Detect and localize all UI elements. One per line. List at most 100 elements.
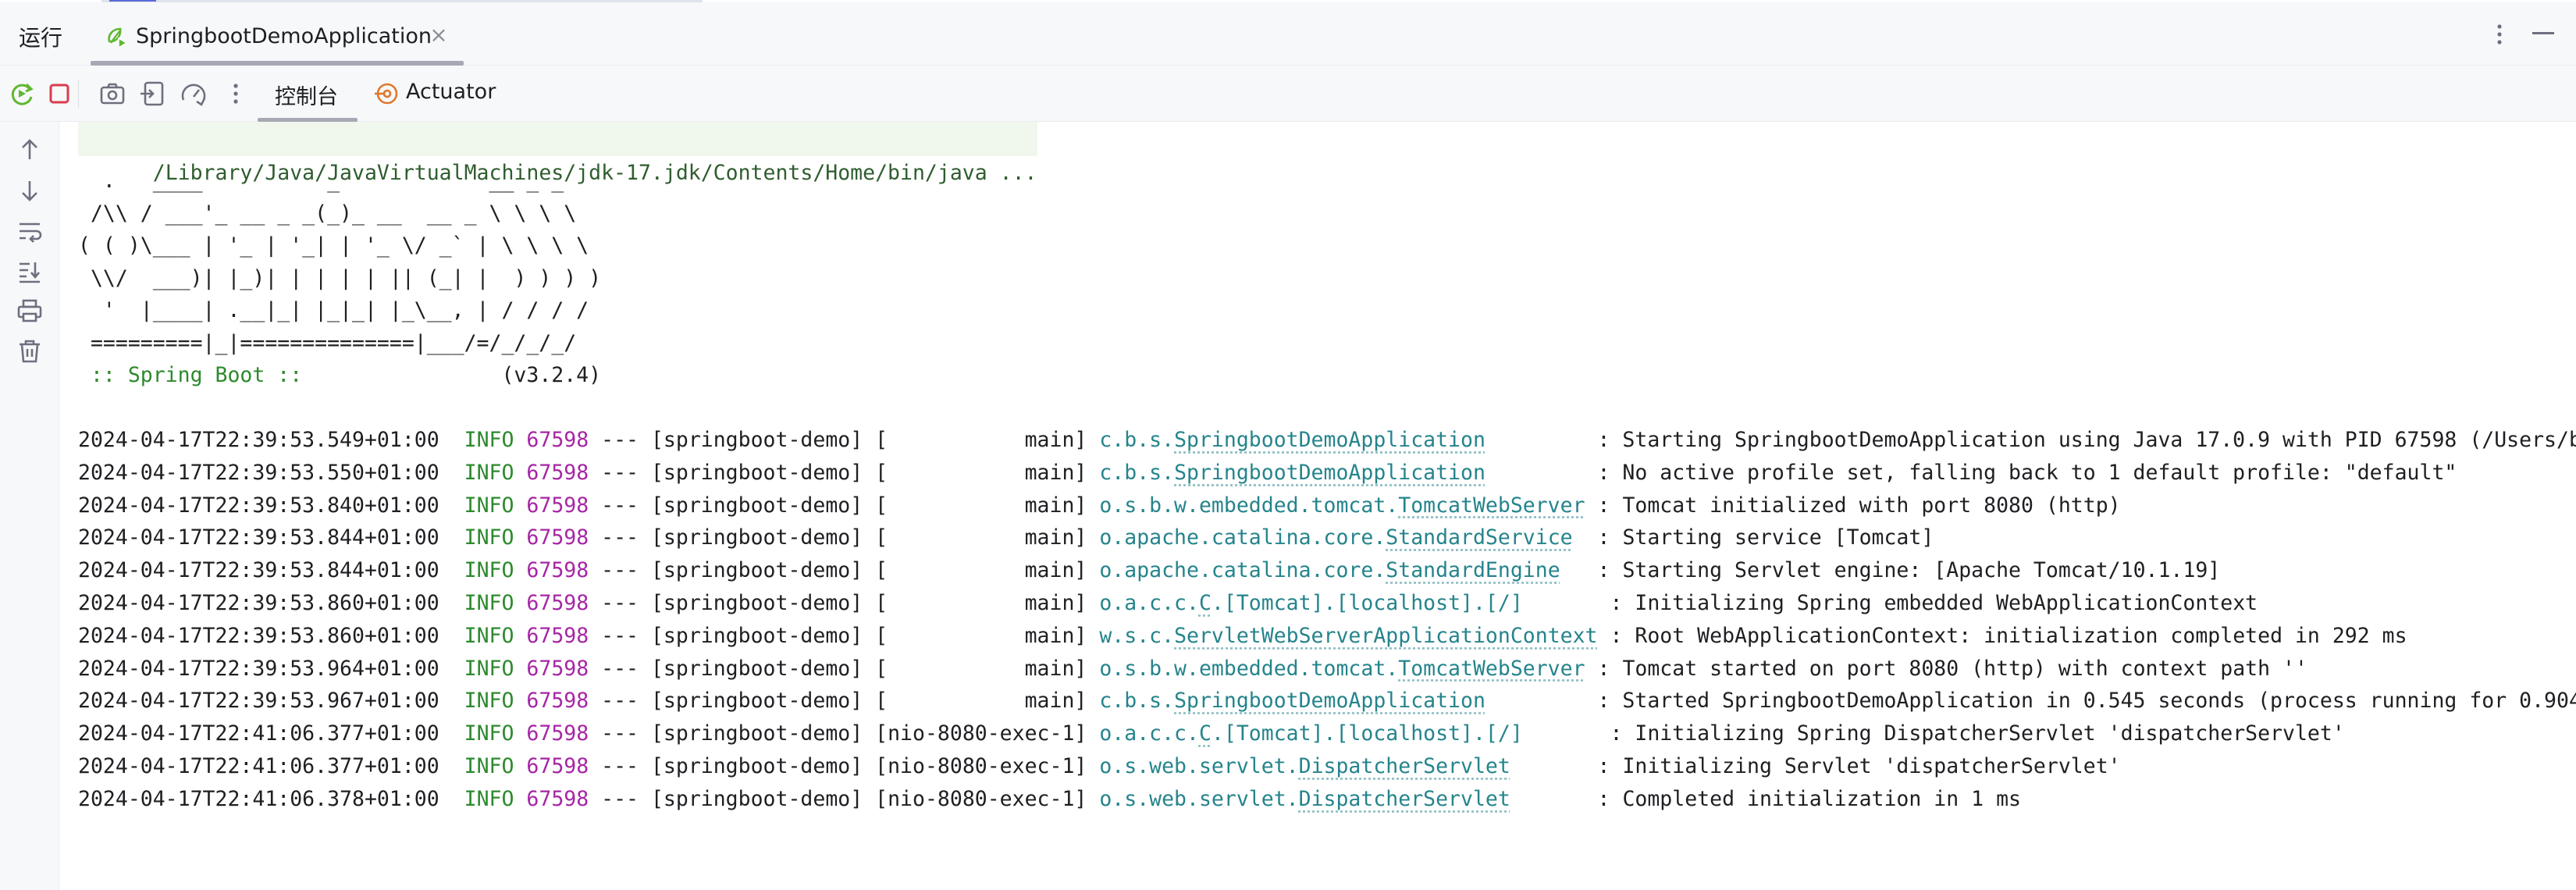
log-timestamp: 2024-04-17T22:39:53.860+01:00 (78, 591, 439, 615)
log-level: INFO (464, 623, 514, 648)
log-gap (439, 657, 464, 681)
log-message: : Starting SpringbootDemoApplication usi… (1597, 428, 2576, 452)
banner-line: =========|_|==============|___/=/_/_/_/ (78, 330, 577, 355)
log-pid: 67598 (526, 623, 589, 648)
log-line[interactable]: 2024-04-17T22:39:53.840+01:00 INFO 67598… (78, 489, 2121, 523)
close-icon[interactable]: × (428, 24, 450, 46)
log-gap (1510, 787, 1598, 811)
log-level: INFO (464, 558, 514, 583)
soft-wrap-icon[interactable] (16, 217, 44, 245)
log-logger-package: c.b.s. (1099, 428, 1175, 452)
minimize-icon[interactable] (2532, 32, 2554, 34)
log-logger-class-link[interactable]: TomcatWebServer (1398, 493, 1585, 518)
log-line[interactable]: 2024-04-17T22:41:06.377+01:00 INFO 67598… (78, 749, 2121, 784)
log-level: INFO (464, 754, 514, 778)
log-line[interactable]: 2024-04-17T22:39:53.844+01:00 INFO 67598… (78, 521, 1934, 555)
log-logger-class-link[interactable]: DispatcherServlet (1299, 787, 1510, 811)
log-level: INFO (464, 689, 514, 714)
banner-line: /\\ / ___'_ __ _ _(_)_ __ __ _ \ \ \ \ (78, 201, 577, 226)
log-timestamp: 2024-04-17T22:39:53.844+01:00 (78, 525, 439, 550)
tab-actuator[interactable]: Actuator (370, 66, 511, 122)
log-logger-class-link[interactable]: StandardEngine (1386, 558, 1560, 582)
arrow-up-icon[interactable] (16, 136, 44, 164)
log-logger-package: o.a.c.c. (1099, 591, 1199, 615)
log-pid: 67598 (526, 786, 589, 811)
tab-console[interactable]: 控制台 (258, 66, 358, 122)
log-logger-package: o.a.c.c. (1099, 721, 1199, 746)
log-line[interactable]: 2024-04-17T22:39:53.550+01:00 INFO 67598… (78, 456, 2457, 490)
log-logger-class-link[interactable]: SpringbootDemoApplication (1174, 689, 1485, 713)
banner-line: ( ( )\___ | '_ | '_| | '_ \/ _` | \ \ \ … (78, 233, 589, 258)
banner-line: \\/ ___)| |_)| | | | | || (_| | ) ) ) ) (78, 265, 602, 290)
run-config-tab[interactable]: SpringbootDemoApplication × (91, 9, 464, 66)
log-logger-class-link[interactable]: DispatcherServlet (1299, 754, 1510, 778)
spring-boot-version-line: :: Spring Boot :: (v3.2.4) (78, 358, 601, 393)
log-logger-class-link[interactable]: TomcatWebServer (1398, 657, 1585, 681)
arrow-down-icon[interactable] (16, 176, 44, 205)
console-side-actions (0, 122, 59, 890)
log-logger-package: c.b.s. (1099, 460, 1175, 485)
log-gap (1585, 493, 1598, 518)
log-gap (514, 461, 526, 485)
log-logger-package: o.apache.catalina.core. (1099, 558, 1386, 583)
log-message: : Started SpringbootDemoApplication in 0… (1597, 689, 2576, 714)
log-pid: 67598 (526, 525, 589, 550)
log-line[interactable]: 2024-04-17T22:39:53.967+01:00 INFO 67598… (78, 684, 2576, 718)
log-gap (514, 721, 526, 746)
log-message: : Completed initialization in 1 ms (1597, 786, 2021, 811)
tool-window-header: 运行 SpringbootDemoApplication × (0, 2, 2576, 66)
log-line[interactable]: 2024-04-17T22:39:53.844+01:00 INFO 67598… (78, 554, 2220, 588)
gauge-icon[interactable] (178, 78, 209, 109)
console-output[interactable]: /Library/Java/JavaVirtualMachines/jdk-17… (78, 122, 2576, 890)
tab-actuator-label: Actuator (406, 80, 496, 104)
log-gap (1510, 754, 1598, 778)
kebab-icon[interactable] (2495, 23, 2504, 46)
log-logger-class-link[interactable]: SpringbootDemoApplication (1174, 428, 1485, 452)
log-logger-class-link[interactable]: SpringbootDemoApplication (1174, 461, 1485, 485)
tab-console-label: 控制台 (275, 85, 338, 109)
log-gap (1485, 428, 1598, 452)
banner-line: ' |____| .__|_| |_|_| |_\__, | / / / / (78, 298, 589, 322)
log-pid: 67598 (526, 493, 589, 518)
tool-window-title: 运行 (19, 25, 63, 51)
exit-icon[interactable] (137, 78, 169, 109)
log-logger-class-link[interactable]: C (1199, 591, 1212, 615)
log-level: INFO (464, 460, 514, 485)
more-icon[interactable] (220, 78, 251, 109)
log-gap (1485, 461, 1598, 485)
print-icon[interactable] (16, 297, 44, 325)
log-thread: --- [springboot-demo] [ main] (589, 558, 1100, 583)
log-message: : No active profile set, falling back to… (1597, 460, 2457, 485)
log-gap (1523, 721, 1610, 746)
log-thread: --- [springboot-demo] [nio-8080-exec-1] (589, 721, 1100, 746)
log-line[interactable]: 2024-04-17T22:41:06.378+01:00 INFO 67598… (78, 782, 2021, 817)
log-thread: --- [springboot-demo] [ main] (589, 689, 1100, 714)
log-timestamp: 2024-04-17T22:39:53.860+01:00 (78, 623, 439, 648)
log-gap (1523, 591, 1610, 615)
log-thread: --- [springboot-demo] [ main] (589, 656, 1100, 681)
log-line[interactable]: 2024-04-17T22:39:53.860+01:00 INFO 67598… (78, 586, 2258, 621)
log-line[interactable]: 2024-04-17T22:39:53.860+01:00 INFO 67598… (78, 619, 2407, 653)
log-gap (1598, 624, 1610, 648)
rerun-icon[interactable] (6, 78, 37, 109)
java-command-line[interactable]: /Library/Java/JavaVirtualMachines/jdk-17… (78, 122, 1037, 185)
log-line[interactable]: 2024-04-17T22:39:53.549+01:00 INFO 67598… (78, 423, 2576, 457)
scroll-to-end-icon[interactable] (16, 258, 44, 286)
header-actions (2475, 2, 2576, 66)
log-level: INFO (464, 786, 514, 811)
log-pid: 67598 (526, 656, 589, 681)
log-pid: 67598 (526, 428, 589, 452)
camera-icon[interactable] (97, 78, 128, 109)
run-toolbar: 控制台 Actuator (0, 66, 2576, 122)
log-message: : Initializing Spring embedded WebApplic… (1610, 591, 2258, 615)
log-line[interactable]: 2024-04-17T22:41:06.377+01:00 INFO 67598… (78, 717, 2345, 751)
log-timestamp: 2024-04-17T22:39:53.967+01:00 (78, 689, 439, 714)
log-logger-class-link[interactable]: StandardService (1386, 525, 1572, 550)
log-line[interactable]: 2024-04-17T22:39:53.964+01:00 INFO 67598… (78, 652, 2307, 686)
log-logger-class-link[interactable]: C (1199, 721, 1212, 746)
log-logger-class-link[interactable]: ServletWebServerApplicationContext (1174, 624, 1597, 648)
stop-icon[interactable] (44, 78, 75, 109)
log-thread: --- [springboot-demo] [ main] (589, 428, 1100, 452)
trash-icon[interactable] (16, 337, 44, 365)
log-level: INFO (464, 656, 514, 681)
